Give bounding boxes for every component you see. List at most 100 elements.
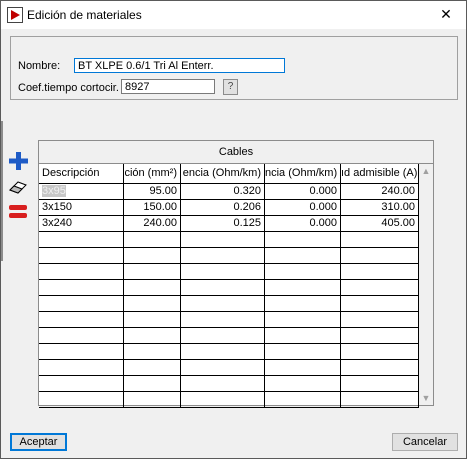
table-cell[interactable] bbox=[265, 280, 341, 295]
table-cell[interactable] bbox=[341, 392, 419, 407]
close-icon[interactable]: ✕ bbox=[436, 4, 456, 24]
table-cell[interactable]: 0.000 bbox=[265, 200, 341, 215]
coef-input[interactable]: 8927 bbox=[121, 79, 215, 94]
table-cell[interactable] bbox=[39, 264, 124, 279]
table-cell[interactable] bbox=[341, 360, 419, 375]
table-cell[interactable] bbox=[341, 344, 419, 359]
cancel-button[interactable]: Cancelar bbox=[392, 433, 458, 451]
help-button[interactable]: ? bbox=[223, 79, 238, 95]
table-cell[interactable] bbox=[181, 296, 265, 311]
scroll-down-icon[interactable]: ▼ bbox=[419, 391, 433, 405]
table-cell[interactable] bbox=[265, 376, 341, 391]
table-cell[interactable] bbox=[181, 360, 265, 375]
table-cell[interactable] bbox=[265, 312, 341, 327]
table-cell[interactable] bbox=[181, 312, 265, 327]
table-cell[interactable]: 310.00 bbox=[341, 200, 419, 215]
table-cell[interactable] bbox=[124, 328, 181, 343]
table-cell[interactable] bbox=[124, 360, 181, 375]
table-cell[interactable] bbox=[265, 296, 341, 311]
table-cell[interactable]: 3x240 bbox=[39, 216, 124, 231]
table-cell[interactable] bbox=[39, 248, 124, 263]
table-row[interactable] bbox=[39, 312, 419, 328]
table-cell[interactable] bbox=[124, 392, 181, 407]
table-cell[interactable] bbox=[341, 280, 419, 295]
table-cell[interactable] bbox=[341, 376, 419, 391]
table-cell[interactable] bbox=[39, 312, 124, 327]
table-cell[interactable] bbox=[124, 312, 181, 327]
table-cell[interactable] bbox=[181, 376, 265, 391]
column-header[interactable]: ıd admisible (A) bbox=[341, 164, 419, 183]
table-cell[interactable] bbox=[181, 232, 265, 247]
table-cell[interactable] bbox=[124, 344, 181, 359]
table-cell[interactable]: 0.320 bbox=[181, 184, 265, 199]
table-cell[interactable]: 0.125 bbox=[181, 216, 265, 231]
table-row[interactable] bbox=[39, 232, 419, 248]
delete-row-button[interactable] bbox=[7, 203, 29, 223]
column-header[interactable]: encia (Ohm/km) bbox=[181, 164, 265, 183]
table-row[interactable] bbox=[39, 248, 419, 264]
table-row[interactable] bbox=[39, 360, 419, 376]
table-cell[interactable] bbox=[181, 248, 265, 263]
table-cell[interactable] bbox=[124, 232, 181, 247]
table-cell[interactable]: 0.206 bbox=[181, 200, 265, 215]
table-cell[interactable] bbox=[39, 232, 124, 247]
table-cell[interactable] bbox=[265, 344, 341, 359]
table-cell[interactable] bbox=[124, 280, 181, 295]
table-row[interactable]: 3x240 240.00 0.125 0.000 405.00 bbox=[39, 216, 419, 232]
table-cell[interactable] bbox=[124, 264, 181, 279]
column-header[interactable]: ción (mm²) bbox=[124, 164, 181, 183]
table-cell[interactable] bbox=[39, 328, 124, 343]
table-cell[interactable]: 150.00 bbox=[124, 200, 181, 215]
table-cell[interactable] bbox=[181, 392, 265, 407]
table-cell[interactable]: 95.00 bbox=[124, 184, 181, 199]
table-row[interactable] bbox=[39, 264, 419, 280]
table-row[interactable]: 3x95 95.00 0.320 0.000 240.00 bbox=[39, 184, 419, 200]
column-header[interactable]: Descripción bbox=[39, 164, 124, 183]
table-cell[interactable] bbox=[124, 376, 181, 391]
nombre-input[interactable]: BT XLPE 0.6/1 Tri Al Enterr. bbox=[74, 58, 285, 73]
table-cell[interactable] bbox=[39, 376, 124, 391]
add-row-button[interactable] bbox=[7, 150, 29, 170]
table-cell[interactable]: 240.00 bbox=[341, 184, 419, 199]
table-cell[interactable] bbox=[39, 392, 124, 407]
ok-button[interactable]: Aceptar bbox=[10, 433, 67, 451]
table-cell[interactable]: 0.000 bbox=[265, 216, 341, 231]
table-cell[interactable] bbox=[265, 392, 341, 407]
table-cell[interactable] bbox=[181, 280, 265, 295]
table-row[interactable] bbox=[39, 376, 419, 392]
table-cell[interactable] bbox=[341, 264, 419, 279]
table-row[interactable] bbox=[39, 328, 419, 344]
table-cell[interactable] bbox=[341, 248, 419, 263]
title-bar[interactable]: Edición de materiales ✕ bbox=[1, 1, 466, 29]
edit-row-button[interactable] bbox=[7, 179, 29, 199]
table-cell[interactable] bbox=[265, 232, 341, 247]
table-cell[interactable] bbox=[181, 328, 265, 343]
table-cell[interactable] bbox=[341, 312, 419, 327]
table-cell[interactable]: 3x95 bbox=[39, 184, 124, 199]
table-row[interactable]: 3x150 150.00 0.206 0.000 310.00 bbox=[39, 200, 419, 216]
table-cell[interactable] bbox=[39, 296, 124, 311]
table-cell[interactable] bbox=[341, 296, 419, 311]
table-row[interactable] bbox=[39, 344, 419, 360]
table-row[interactable] bbox=[39, 280, 419, 296]
table-cell[interactable] bbox=[124, 296, 181, 311]
table-cell[interactable]: 240.00 bbox=[124, 216, 181, 231]
table-cell[interactable] bbox=[124, 248, 181, 263]
table-cell[interactable]: 405.00 bbox=[341, 216, 419, 231]
table-cell[interactable] bbox=[39, 344, 124, 359]
table-cell[interactable] bbox=[39, 360, 124, 375]
table-cell[interactable] bbox=[265, 248, 341, 263]
table-cell[interactable]: 3x150 bbox=[39, 200, 124, 215]
column-header[interactable]: ncia (Ohm/km) bbox=[265, 164, 341, 183]
table-row[interactable] bbox=[39, 392, 419, 408]
table-cell[interactable] bbox=[181, 344, 265, 359]
table-cell[interactable] bbox=[265, 264, 341, 279]
table-cell[interactable] bbox=[265, 360, 341, 375]
scroll-up-icon[interactable]: ▲ bbox=[419, 164, 433, 178]
vertical-scrollbar[interactable]: ▲ ▼ bbox=[419, 164, 433, 405]
table-cell[interactable] bbox=[39, 280, 124, 295]
table-cell[interactable] bbox=[181, 264, 265, 279]
table-cell[interactable]: 0.000 bbox=[265, 184, 341, 199]
table-cell[interactable] bbox=[265, 328, 341, 343]
table-row[interactable] bbox=[39, 296, 419, 312]
